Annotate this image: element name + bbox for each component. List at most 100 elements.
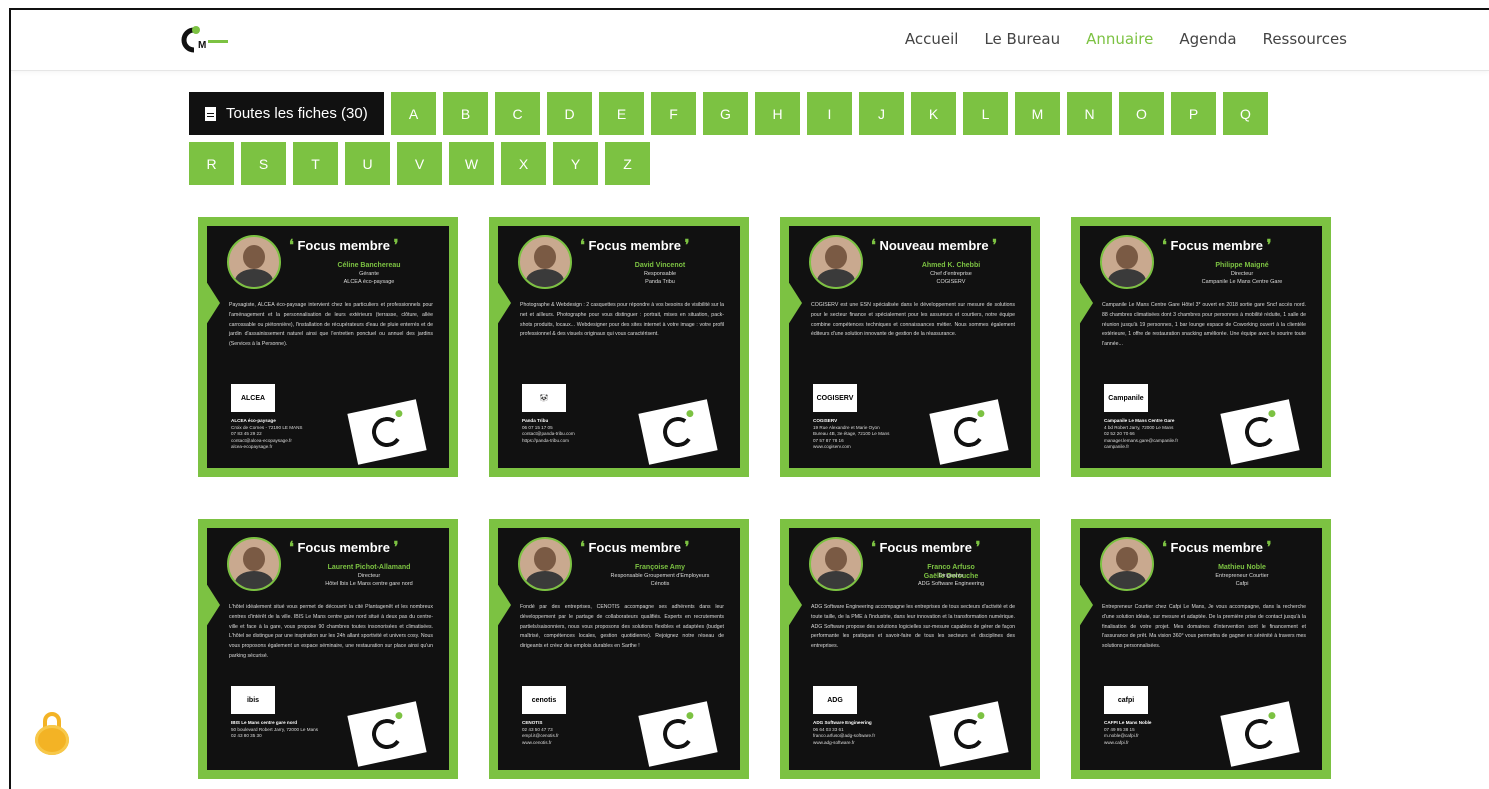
letter-filter-j[interactable]: J [859,92,904,135]
cm-stamp-logo [1220,701,1300,767]
contact-info: COGISERV 19 Rue Alexandre et Marie Oyon B… [813,418,933,451]
letter-filter-h[interactable]: H [755,92,800,135]
letter-filter-n[interactable]: N [1067,92,1112,135]
letter-filter-w[interactable]: W [449,142,494,185]
card-notch [498,281,511,325]
letter-filter-g[interactable]: G [703,92,748,135]
card-title: ❛ Focus membre ❜ [871,539,981,556]
contact-info: ALCEA éco-paysage Croix de Cornes - 7219… [231,418,351,451]
member-card[interactable]: ❛ Focus membre ❜ Françoise Amy Responsab… [489,519,749,779]
letter-filter-p[interactable]: P [1171,92,1216,135]
member-description: Entrepreneur Courtier chez Cafpi Le Mans… [1102,604,1306,650]
nav-item-agenda[interactable]: Agenda [1179,30,1236,48]
letter-filter-z[interactable]: Z [605,142,650,185]
avatar [518,537,572,591]
card-notch [1080,281,1093,325]
card-notch [789,281,802,325]
member-role: Gérante ALCEA éco-paysage [343,271,395,285]
member-card[interactable]: ❛ Focus membre ❜ Philippe Maigné Directe… [1071,217,1331,477]
browser-frame: M Accueil Le Bureau Annuaire Agenda Ressourc… [9,8,1489,789]
member-role: Entrepreneur Courtier Cafpi [1215,573,1269,587]
avatar [809,537,863,591]
site-logo[interactable]: M [174,24,234,56]
card-title-text: Focus membre [588,238,681,253]
card-title-text: Focus membre [1170,238,1263,253]
member-name: Françoise Amy [635,564,685,571]
cm-stamp-logo [347,399,427,465]
company-logo: Campanile [1104,384,1148,412]
member-card[interactable]: ❛ Focus membre ❜ Franco Arfuso Gaëlle Del… [780,519,1040,779]
avatar [809,235,863,289]
lock-icon[interactable] [35,712,69,756]
member-role: Directeur Hôtel Ibis Le Mans centre gare … [325,573,413,587]
card-title-text: Nouveau membre [879,238,989,253]
document-icon [205,106,216,121]
nav-item-annuaire[interactable]: Annuaire [1086,30,1153,48]
member-card[interactable]: ❛ Nouveau membre ❜ Ahmed K. Chebbi Chef … [780,217,1040,477]
letter-filter-t[interactable]: T [293,142,338,185]
letter-filter-s[interactable]: S [241,142,286,185]
avatar [227,537,281,591]
contact-info: ADG Software Engineering 06 64 03 33 61 f… [813,720,933,746]
contact-details: 4 bd Robert Jarry, 72000 Le Mans 02 52 20… [1104,424,1179,450]
member-role: Chef d'entreprise COGISERV [930,271,972,285]
member-card[interactable]: ❛ Focus membre ❜ Laurent Pichot-Allamand… [198,519,458,779]
letter-filter-r[interactable]: R [189,142,234,185]
avatar [1100,537,1154,591]
nav-item-accueil[interactable]: Accueil [905,30,959,48]
member-role: Responsable Panda Tribu [643,271,677,285]
letter-filter-x[interactable]: X [501,142,546,185]
contact-details: Croix de Cornes - 72190 LE MANS 07 83 45 … [231,424,303,450]
card-notch [1080,583,1093,627]
contact-info: IBIS Le Mans centre gare nord 50 bouleva… [231,720,351,740]
company-logo: ADG [813,686,857,714]
letter-filters: Toutes les fiches (30) ABCDEFGHIJKLMNOPQ… [189,92,1279,192]
member-name: David Vincenot [634,262,686,269]
card-notch [498,583,511,627]
letter-filter-k[interactable]: K [911,92,956,135]
card-title-text: Focus membre [297,238,390,253]
letter-filter-l[interactable]: L [963,92,1008,135]
member-card[interactable]: ❛ Focus membre ❜ Céline Banchereau Géran… [198,217,458,477]
letter-filter-m[interactable]: M [1015,92,1060,135]
card-title-text: Focus membre [588,540,681,555]
card-title: ❛ Focus membre ❜ [580,237,690,254]
card-title: ❛ Focus membre ❜ [1162,539,1272,556]
all-cards-button[interactable]: Toutes les fiches (30) [189,92,384,135]
member-name: Philippe Maigné [1215,262,1269,269]
member-role: Directeur Campanile Le Mans Centre Gare [1201,271,1283,285]
member-description: L'hôtel idéalement situé vous permet de … [229,604,433,659]
letter-filter-b[interactable]: B [443,92,488,135]
member-name: Mathieu Noble [1218,564,1266,571]
letter-filter-v[interactable]: V [397,142,442,185]
letter-filter-q[interactable]: Q [1223,92,1268,135]
contact-details: 50 boulevard Robert Jarry, 72000 Le Mans… [231,726,318,739]
letter-filter-o[interactable]: O [1119,92,1164,135]
cm-stamp-logo [929,701,1009,767]
letter-filter-u[interactable]: U [345,142,390,185]
letter-filter-d[interactable]: D [547,92,592,135]
company-logo: ALCEA [231,384,275,412]
member-card[interactable]: ❛ Focus membre ❜ Mathieu Noble Entrepren… [1071,519,1331,779]
letter-filter-a[interactable]: A [391,92,436,135]
contact-info: Panda Tribu 06 07 15 17 05 contact@panda-… [522,418,642,444]
letter-filter-y[interactable]: Y [553,142,598,185]
member-card[interactable]: ❛ Focus membre ❜ David Vincenot Responsa… [489,217,749,477]
member-description: COGISERV est une ESN spécialisée dans le… [811,302,1015,338]
site-header: M Accueil Le Bureau Annuaire Agenda Ressourc… [11,10,1489,71]
cm-stamp-logo [1220,399,1300,465]
letter-filter-f[interactable]: F [651,92,696,135]
company-logo: cenotis [522,686,566,714]
nav-item-le-bureau[interactable]: Le Bureau [984,30,1060,48]
letter-filter-e[interactable]: E [599,92,644,135]
letter-filter-c[interactable]: C [495,92,540,135]
member-role: Responsable Groupement d'Employeurs Cénot… [610,573,710,587]
card-title-text: Focus membre [297,540,390,555]
card-body: ❛ Nouveau membre ❜ Ahmed K. Chebbi Chef … [789,226,1031,468]
nav-item-ressources[interactable]: Ressources [1263,30,1347,48]
card-notch [207,281,220,325]
contact-info: Campanile Le Mans Centre Gare 4 bd Rober… [1104,418,1224,451]
card-title: ❛ Focus membre ❜ [1162,237,1272,254]
letter-filter-i[interactable]: I [807,92,852,135]
member-name: Céline Banchereau [337,262,401,269]
